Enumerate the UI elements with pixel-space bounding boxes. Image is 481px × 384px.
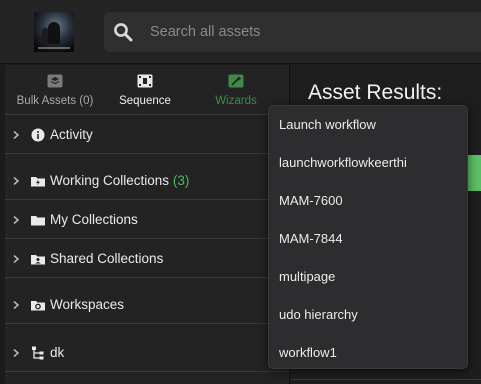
top-bar xyxy=(0,0,481,64)
page-title: Asset Results: xyxy=(308,81,443,104)
tree-item-shared-collections[interactable]: Shared Collections xyxy=(5,240,290,278)
chevron-right-icon[interactable] xyxy=(12,301,20,309)
menu-item-multipage[interactable]: multipage xyxy=(269,258,467,296)
search-icon[interactable] xyxy=(113,22,133,42)
menu-item-launch-workflow[interactable]: Launch workflow xyxy=(269,106,467,144)
collection-count-badge: (3) xyxy=(172,173,190,188)
menu-item-workflow1[interactable]: workflow1 xyxy=(269,334,467,372)
workspace-folder-icon xyxy=(31,301,45,311)
chevron-right-icon[interactable] xyxy=(12,177,20,185)
stack-icon xyxy=(47,74,63,88)
tree-item-label: Activity xyxy=(50,127,93,142)
left-panel: Bulk Assets (0) Sequence Wizards Activit… xyxy=(5,65,290,384)
folder-icon xyxy=(31,216,45,226)
tree-item-label: My Collections xyxy=(50,212,138,227)
search-input[interactable] xyxy=(150,12,480,52)
tree-item-label: Shared Collections xyxy=(50,251,164,266)
workflow-menu: Launch workflow launchworkflowkeerthi MA… xyxy=(268,105,468,369)
panel-tabs: Bulk Assets (0) Sequence Wizards xyxy=(5,65,290,115)
tree-item-my-collections[interactable]: My Collections xyxy=(5,201,290,239)
tree-item-label: Workspaces xyxy=(50,297,125,312)
chevron-right-icon[interactable] xyxy=(12,349,20,357)
tree-item-activity[interactable]: Activity xyxy=(5,116,290,154)
tree-item-working-collections[interactable]: Working Collections (3) xyxy=(5,162,290,200)
app-logo[interactable] xyxy=(34,12,74,52)
tab-bulk-assets-label: Bulk Assets (0) xyxy=(16,95,94,107)
tab-wizards[interactable]: Wizards xyxy=(193,65,279,115)
chevron-right-icon[interactable] xyxy=(12,255,20,263)
shared-folder-icon xyxy=(31,255,45,265)
search-bar[interactable] xyxy=(104,12,481,52)
hierarchy-icon xyxy=(32,346,44,360)
divider xyxy=(291,379,481,380)
tab-sequence[interactable]: Sequence xyxy=(105,65,185,115)
info-icon xyxy=(31,128,45,142)
tab-bulk-assets[interactable]: Bulk Assets (0) xyxy=(5,65,105,115)
menu-item-launchworkflowkeerthi[interactable]: launchworkflowkeerthi xyxy=(269,144,467,182)
folder-lightning-icon xyxy=(31,177,45,187)
tree-item-label: dk xyxy=(50,345,65,360)
tab-wizards-label: Wizards xyxy=(215,95,257,107)
chevron-right-icon[interactable] xyxy=(12,216,20,224)
tree-item-workspaces[interactable]: Workspaces xyxy=(5,286,290,324)
wand-icon xyxy=(228,74,244,88)
chevron-right-icon[interactable] xyxy=(12,131,20,139)
menu-item-mam-7844[interactable]: MAM-7844 xyxy=(269,220,467,258)
result-action-button[interactable] xyxy=(468,155,481,191)
tab-sequence-label: Sequence xyxy=(119,95,171,107)
tree-item-dk[interactable]: dk xyxy=(5,334,290,372)
menu-item-udo-hierarchy[interactable]: udo hierarchy xyxy=(269,296,467,334)
tree-item-label: Working Collections (3) xyxy=(50,173,190,188)
sequence-icon xyxy=(137,74,153,88)
menu-item-mam-7600[interactable]: MAM-7600 xyxy=(269,182,467,220)
